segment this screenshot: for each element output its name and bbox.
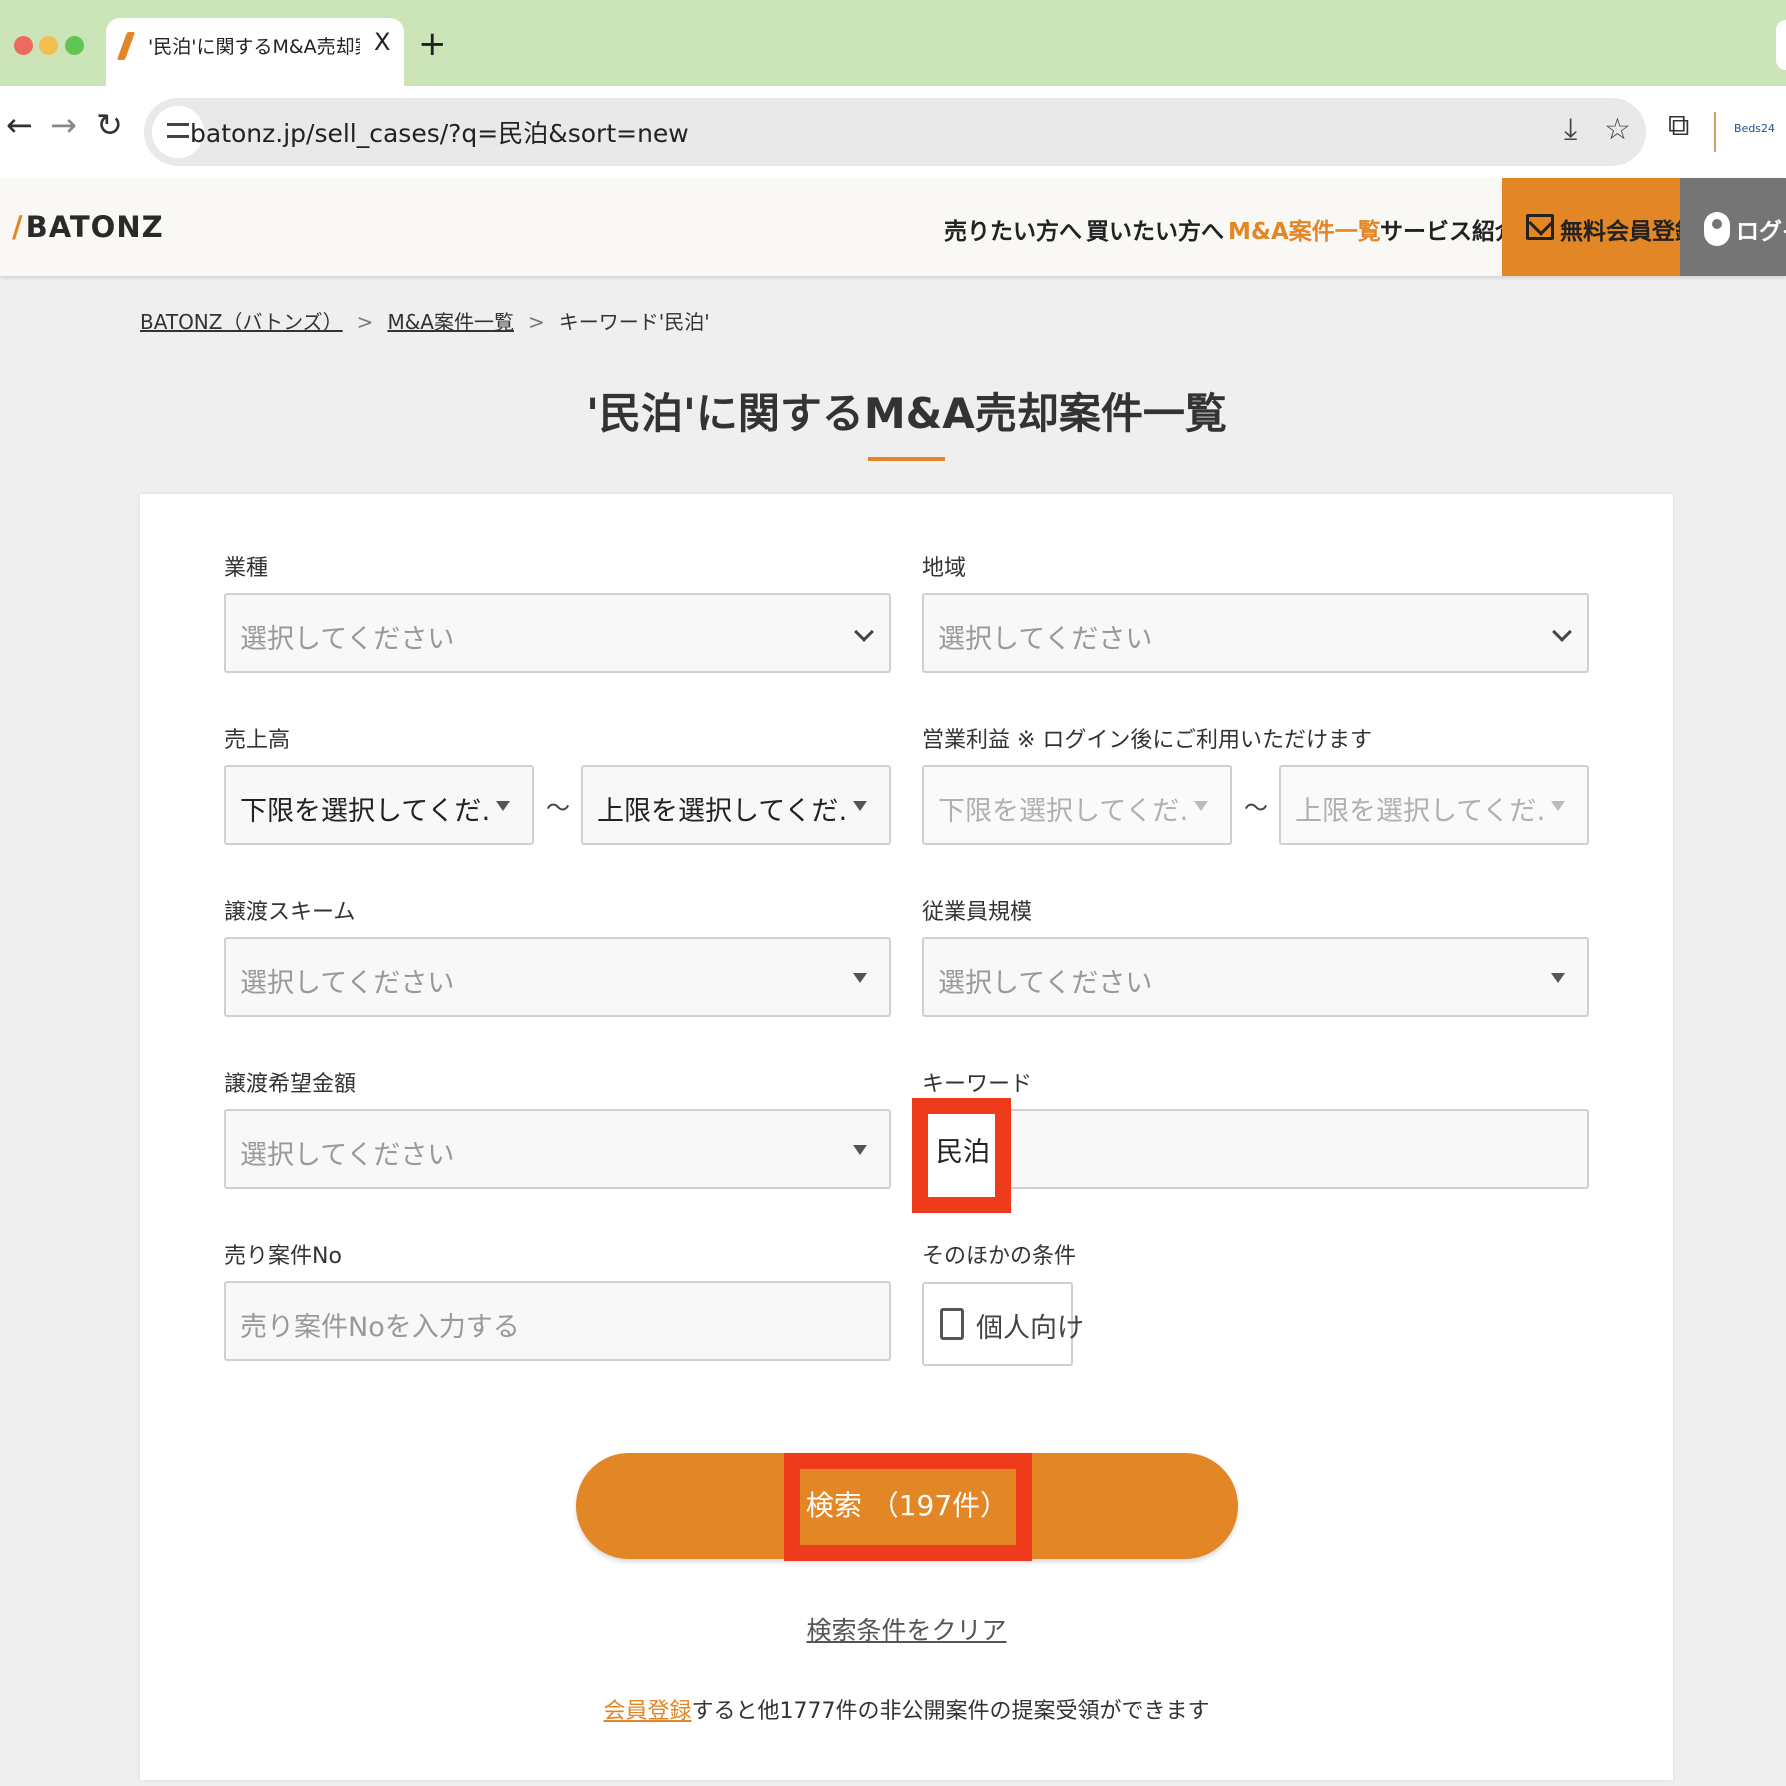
nav-services[interactable]: サービス紹介 [1380, 212, 1518, 246]
scheme-placeholder: 選択してください [240, 968, 455, 999]
sales-min-select[interactable]: 下限を選択してくだ… [224, 765, 534, 845]
caret-down-icon [1551, 801, 1565, 811]
browser-toolbar: ← → ↻ batonz.jp/sell_cases/?q=民泊&sort=ne… [0, 86, 1786, 178]
employees-label: 従業員規模 [922, 900, 1033, 925]
case-no-label: 売り案件No [224, 1244, 342, 1269]
login-label: ログイン [1736, 219, 1786, 245]
industry-placeholder: 選択してください [240, 624, 455, 655]
individual-checkbox-label[interactable]: 個人向け [976, 1306, 1084, 1345]
profit-label: 営業利益 ※ ログイン後にご利用いただけます [922, 728, 1372, 753]
sales-max-text: 上限を選択してくだ… [597, 796, 847, 827]
region-label: 地域 [922, 556, 967, 581]
case-no-input[interactable]: 売り案件Noを入力する [224, 1281, 891, 1361]
url-text[interactable]: batonz.jp/sell_cases/?q=民泊&sort=new [190, 114, 689, 150]
browser-tab[interactable]: '民泊'に関するM&A売却案件一覧 X [106, 18, 404, 86]
profit-min-select: 下限を選択してくだ… [922, 765, 1232, 845]
tab-close-icon[interactable]: X [374, 28, 390, 56]
batonz-logo[interactable]: /BATONZ [12, 210, 164, 244]
region-placeholder: 選択してください [938, 624, 1153, 655]
close-window-button[interactable] [14, 36, 33, 55]
keyword-label: キーワード [922, 1072, 1033, 1097]
price-label: 譲渡希望金額 [224, 1072, 357, 1097]
forward-arrow-icon[interactable]: → [50, 106, 77, 144]
page-title: '民泊'に関するM&A売却案件一覧 [586, 389, 1227, 438]
beds24-extension-icon[interactable]: Beds24 [1734, 122, 1775, 135]
logo-slash: / [12, 210, 24, 244]
keyword-input[interactable] [922, 1109, 1589, 1189]
minimize-window-button[interactable] [39, 36, 58, 55]
individual-checkbox[interactable] [940, 1308, 964, 1340]
user-icon [1704, 212, 1730, 246]
other-conditions-label: そのほかの条件 [922, 1244, 1077, 1269]
breadcrumb: BATONZ（バトンズ） > M&A案件一覧 > キーワード'民泊' [140, 306, 710, 335]
industry-select[interactable]: 選択してください [224, 593, 891, 673]
nav-buyers[interactable]: 買いたい方へ [1086, 212, 1224, 246]
range-tilde: ～ [1244, 794, 1268, 822]
chevron-down-icon [1552, 622, 1572, 642]
profit-max-text: 上限を選択してくだ… [1295, 796, 1545, 827]
register-footnote: 会員登録すると他1777件の非公開案件の提案受領ができます [0, 1693, 1786, 1725]
price-placeholder: 選択してください [240, 1140, 455, 1171]
nav-sellers[interactable]: 売りたい方へ [944, 212, 1082, 246]
search-button[interactable]: 検索 （197件） [576, 1453, 1238, 1561]
scheme-label: 譲渡スキーム [224, 900, 356, 925]
install-app-icon[interactable]: ⤓ [1564, 112, 1577, 147]
register-label: 無料会員登録 [1560, 219, 1698, 245]
sales-min-text: 下限を選択してくだ… [240, 796, 490, 827]
caret-down-icon [1551, 973, 1565, 983]
region-select[interactable]: 選択してください [922, 593, 1589, 673]
register-button[interactable]: 無料会員登録 [1502, 178, 1698, 276]
logo-text: BATONZ [25, 210, 164, 244]
employees-select[interactable]: 選択してください [922, 937, 1589, 1017]
extensions-icon[interactable]: ⧉ [1668, 108, 1689, 143]
search-button-label: 検索 （197件） [805, 1489, 1009, 1522]
clear-conditions-link[interactable]: 検索条件をクリア [0, 1611, 1786, 1647]
caret-down-icon [496, 801, 510, 811]
employees-placeholder: 選択してください [938, 968, 1153, 999]
chevron-down-icon [854, 622, 874, 642]
breadcrumb-current: キーワード'民泊' [558, 310, 710, 334]
keyword-value[interactable]: 民泊 [936, 1130, 990, 1169]
industry-label: 業種 [224, 556, 269, 581]
footnote-register-link[interactable]: 会員登録 [603, 1699, 691, 1724]
breadcrumb-separator: > [356, 310, 374, 334]
batonz-favicon-icon [116, 32, 136, 60]
scheme-select[interactable]: 選択してください [224, 937, 891, 1017]
sales-max-select[interactable]: 上限を選択してくだ… [581, 765, 891, 845]
login-button[interactable]: ログイン [1680, 178, 1786, 276]
toolbar-divider [1714, 112, 1716, 152]
tab-title: '民泊'に関するM&A売却案件一覧 [148, 36, 360, 58]
browser-tab-bar: '民泊'に関するM&A売却案件一覧 X + [0, 0, 1786, 86]
back-arrow-icon[interactable]: ← [6, 106, 33, 144]
site-header: /BATONZ 売りたい方へ 買いたい方へ M&A案件一覧 サービス紹介 無料会… [0, 178, 1786, 276]
address-bar[interactable]: batonz.jp/sell_cases/?q=民泊&sort=new ⤓ ☆ [144, 98, 1646, 166]
profit-max-select: 上限を選択してくだ… [1279, 765, 1589, 845]
caret-down-icon [853, 801, 867, 811]
nav-case-list[interactable]: M&A案件一覧 [1228, 212, 1381, 246]
caret-down-icon [853, 973, 867, 983]
profit-min-text: 下限を選択してくだ… [938, 796, 1188, 827]
new-tab-button[interactable]: + [418, 24, 447, 64]
caret-down-icon [853, 1145, 867, 1155]
range-tilde: ～ [546, 794, 570, 822]
breadcrumb-case-list[interactable]: M&A案件一覧 [387, 310, 514, 334]
individual-checkbox-field[interactable]: 個人向け [922, 1282, 1084, 1366]
tab-search-button[interactable] [1776, 20, 1786, 70]
breadcrumb-home[interactable]: BATONZ（バトンズ） [140, 310, 343, 334]
breadcrumb-separator: > [527, 310, 545, 334]
price-select[interactable]: 選択してください [224, 1109, 891, 1189]
reload-icon[interactable]: ↻ [96, 106, 123, 144]
keyword-highlight-box: 民泊 [912, 1098, 1011, 1213]
sales-label: 売上高 [224, 728, 291, 753]
maximize-window-button[interactable] [65, 36, 84, 55]
mail-icon [1526, 214, 1554, 240]
title-underline [868, 457, 945, 461]
caret-down-icon [1194, 801, 1208, 811]
bookmark-star-icon[interactable]: ☆ [1604, 112, 1631, 147]
case-no-placeholder: 売り案件Noを入力する [240, 1312, 520, 1343]
footnote-text: すると他1777件の非公開案件の提案受領ができます [691, 1699, 1210, 1724]
